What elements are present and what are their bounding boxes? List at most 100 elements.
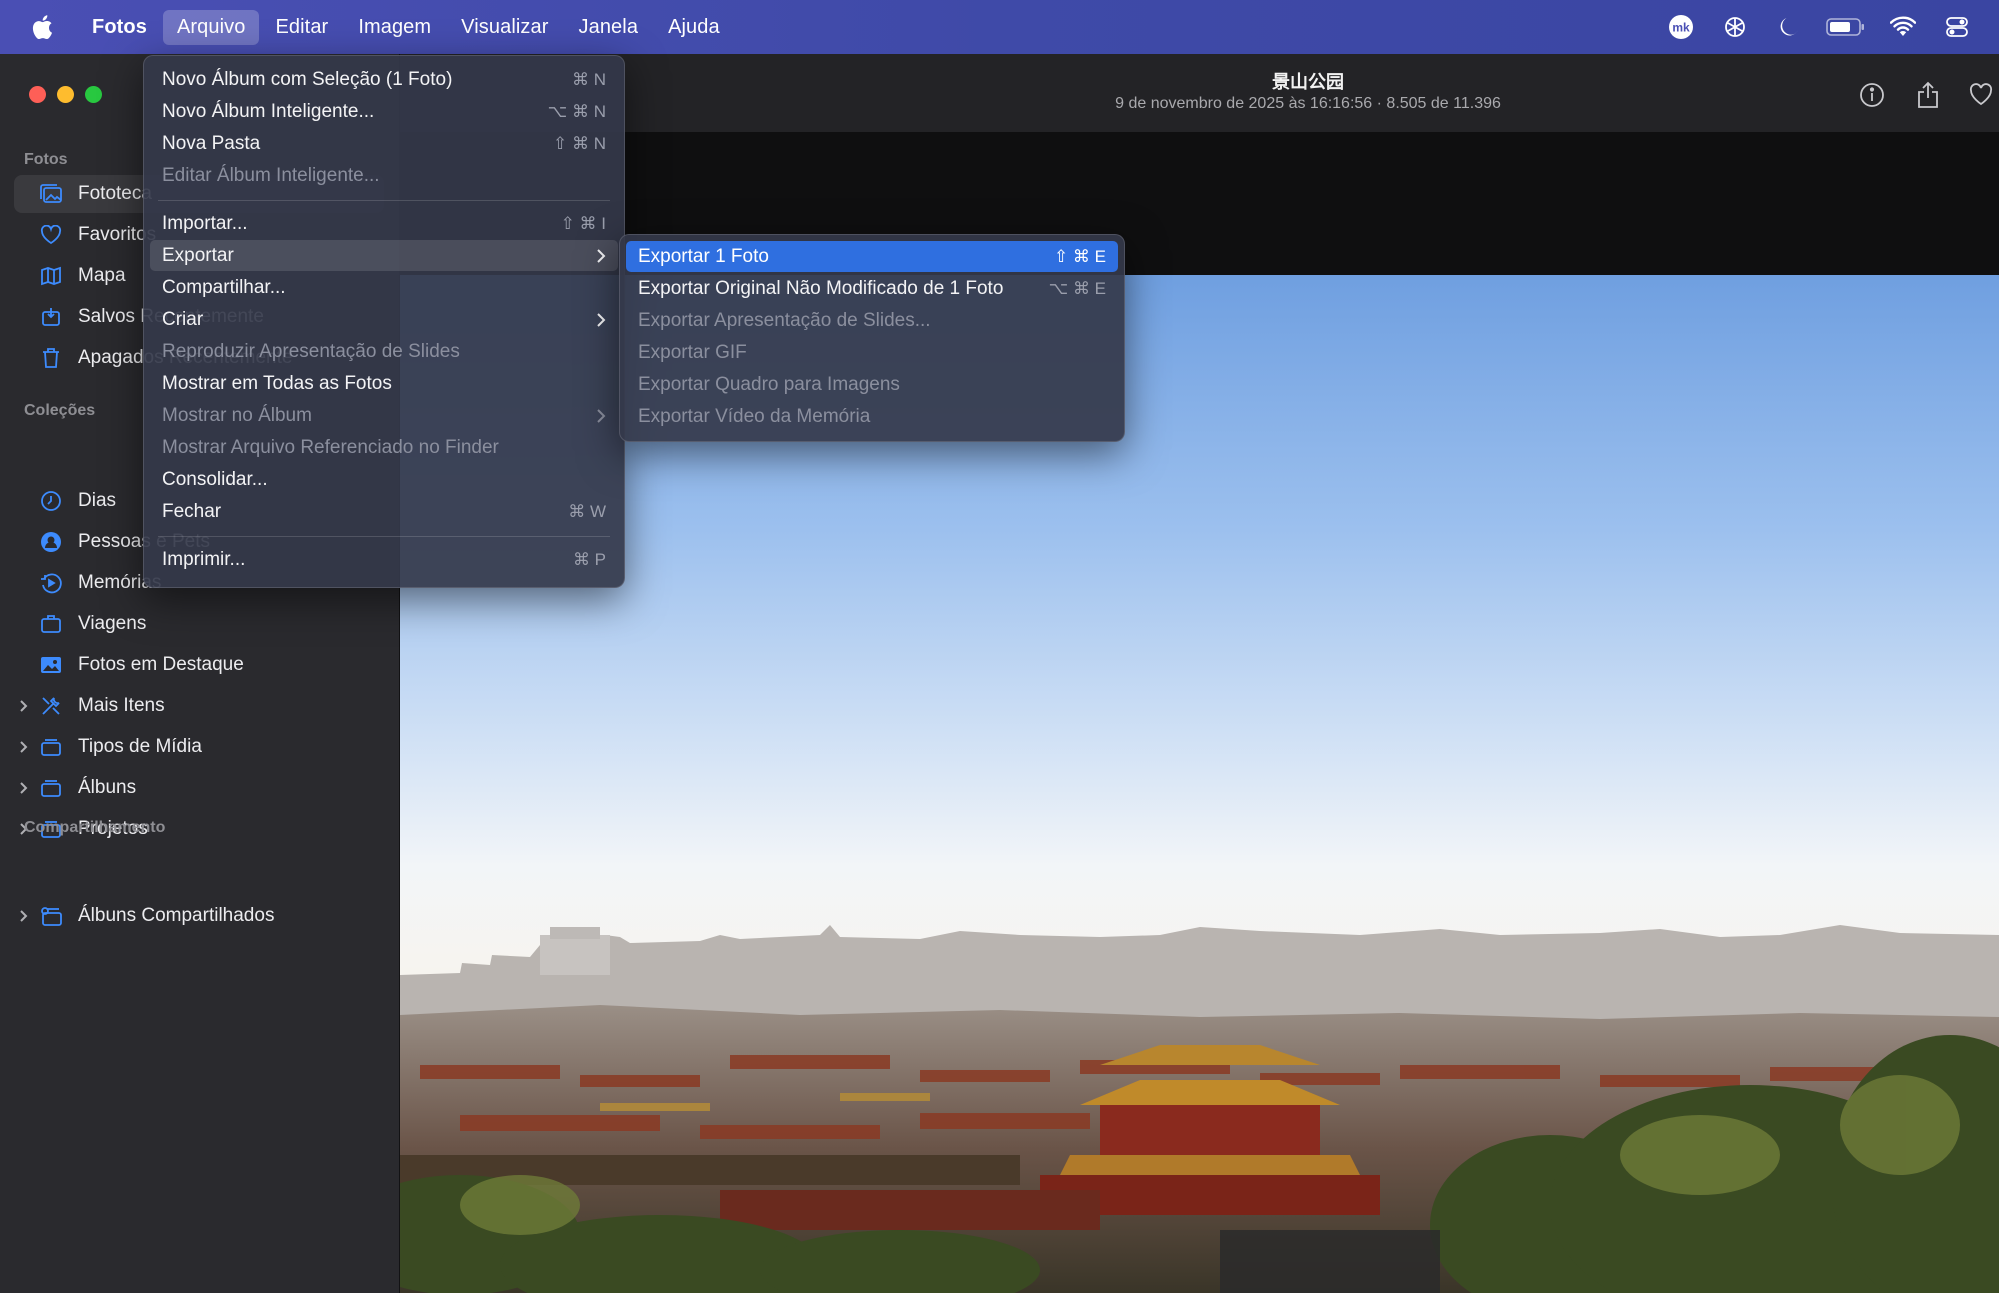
photo-subtitle: 9 de novembro de 2025 às 16:16:56 · 8.50…	[1115, 95, 1501, 112]
menu-item-importar[interactable]: Importar... ⇧ ⌘ I	[150, 208, 618, 239]
sidebar-item-tipos-midia[interactable]: Tipos de Mídia	[14, 728, 384, 766]
menu-item-nova-pasta[interactable]: Nova Pasta ⇧ ⌘ N	[150, 128, 618, 159]
menu-item-label: Criar	[162, 308, 204, 330]
menu-item-exportar-1-foto[interactable]: Exportar 1 Foto ⇧ ⌘ E	[626, 241, 1118, 272]
sidebar-item-albuns[interactable]: Álbuns	[14, 769, 384, 807]
menu-item-exportar-quadro: Exportar Quadro para Imagens	[626, 369, 1118, 400]
info-icon[interactable]	[1855, 78, 1889, 112]
chevron-right-icon[interactable]	[14, 909, 34, 923]
favorite-heart-icon[interactable]	[1964, 78, 1998, 112]
menu-item-exportar-slides: Exportar Apresentação de Slides...	[626, 305, 1118, 336]
chevron-right-icon[interactable]	[14, 740, 34, 754]
photo-library-icon	[36, 181, 66, 207]
zoom-window-button[interactable]	[85, 86, 102, 103]
chevron-right-icon[interactable]	[14, 781, 34, 795]
menu-janela[interactable]: Janela	[565, 10, 653, 45]
menu-item-shortcut: ⌥ ⌘ N	[547, 101, 606, 121]
menu-item-label: Exportar Quadro para Imagens	[638, 373, 900, 395]
menu-arquivo[interactable]: Arquivo	[162, 9, 260, 45]
menu-item-label: Consolidar...	[162, 468, 268, 490]
sidebar-item-label: Álbuns Compartilhados	[78, 905, 275, 926]
menu-item-mostrar-arquivo-finder: Mostrar Arquivo Referenciado no Finder	[150, 432, 618, 463]
share-icon[interactable]	[1911, 78, 1945, 112]
close-window-button[interactable]	[29, 86, 46, 103]
chatgpt-icon[interactable]	[1717, 12, 1753, 42]
menu-item-label: Exportar GIF	[638, 341, 747, 363]
menu-item-label: Compartilhar...	[162, 276, 286, 298]
menu-item-label: Nova Pasta	[162, 132, 261, 154]
menu-item-shortcut: ⌥ ⌘ E	[1048, 278, 1106, 298]
person-icon	[36, 529, 66, 555]
featured-icon	[36, 652, 66, 678]
menu-item-label: Novo Álbum Inteligente...	[162, 100, 375, 122]
menu-item-exportar[interactable]: Exportar	[150, 240, 618, 271]
menu-item-exportar-original[interactable]: Exportar Original Não Modificado de 1 Fo…	[626, 273, 1118, 304]
menu-item-label: Exportar Apresentação de Slides...	[638, 309, 931, 331]
folder-icon	[36, 734, 66, 760]
sidebar-item-label: Fototeca	[78, 183, 152, 204]
menu-separator	[158, 536, 610, 537]
export-submenu: Exportar 1 Foto ⇧ ⌘ E Exportar Original …	[619, 234, 1125, 442]
menu-item-mostrar-no-album: Mostrar no Álbum	[150, 400, 618, 431]
menu-item-criar[interactable]: Criar	[150, 304, 618, 335]
chevron-right-icon	[596, 312, 606, 328]
chevron-right-icon	[596, 248, 606, 264]
trash-icon	[36, 345, 66, 371]
mk-icon[interactable]: mk	[1663, 12, 1699, 42]
moon-icon[interactable]	[1771, 12, 1807, 42]
menu-app-name[interactable]: Fotos	[78, 10, 161, 45]
menu-item-exportar-gif: Exportar GIF	[626, 337, 1118, 368]
menu-imagem[interactable]: Imagem	[344, 10, 445, 45]
folder-icon	[36, 775, 66, 801]
sidebar-item-label: Mais Itens	[78, 695, 165, 716]
sidebar-item-label: Dias	[78, 490, 117, 511]
menu-ajuda[interactable]: Ajuda	[654, 10, 734, 45]
apple-icon[interactable]	[26, 14, 58, 40]
shared-albums-icon	[36, 903, 66, 929]
window-controls	[29, 86, 102, 103]
menu-item-shortcut: ⌘ N	[572, 69, 606, 89]
menu-item-mostrar-todas-fotos[interactable]: Mostrar em Todas as Fotos	[150, 368, 618, 399]
menu-item-label: Imprimir...	[162, 548, 246, 570]
clock-icon	[36, 488, 66, 514]
menu-item-label: Importar...	[162, 212, 248, 234]
menu-item-novo-album-inteligente[interactable]: Novo Álbum Inteligente... ⌥ ⌘ N	[150, 96, 618, 127]
menu-item-compartilhar[interactable]: Compartilhar...	[150, 272, 618, 303]
menu-item-label: Exportar 1 Foto	[638, 245, 769, 267]
menu-visualizar[interactable]: Visualizar	[447, 10, 562, 45]
menu-item-label: Exportar Vídeo da Memória	[638, 405, 871, 427]
sidebar-item-viagens[interactable]: Viagens	[14, 605, 384, 643]
control-center-icon[interactable]	[1939, 12, 1975, 42]
map-icon	[36, 263, 66, 289]
sidebar-item-destaque[interactable]: Fotos em Destaque	[14, 646, 384, 684]
menu-item-label: Novo Álbum com Seleção (1 Foto)	[162, 68, 453, 90]
wifi-icon[interactable]	[1885, 12, 1921, 42]
chevron-right-icon[interactable]	[14, 699, 34, 713]
minimize-window-button[interactable]	[57, 86, 74, 103]
sidebar-item-label: Mapa	[78, 265, 126, 286]
menu-item-label: Editar Álbum Inteligente...	[162, 164, 380, 186]
heart-icon	[36, 222, 66, 248]
battery-icon[interactable]	[1825, 12, 1867, 42]
menu-item-consolidar[interactable]: Consolidar...	[150, 464, 618, 495]
menu-item-shortcut: ⇧ ⌘ N	[553, 133, 606, 153]
menu-item-novo-album-selecao[interactable]: Novo Álbum com Seleção (1 Foto) ⌘ N	[150, 64, 618, 95]
sidebar-item-label: Álbuns	[78, 777, 137, 798]
suitcase-icon	[36, 611, 66, 637]
menu-bar: Fotos Arquivo Editar Imagem Visualizar J…	[0, 0, 1999, 54]
sidebar-item-mais-itens[interactable]: Mais Itens	[14, 687, 384, 725]
menu-editar[interactable]: Editar	[261, 10, 342, 45]
menu-item-fechar[interactable]: Fechar ⌘ W	[150, 496, 618, 527]
svg-text:mk: mk	[1672, 21, 1690, 35]
tools-icon	[36, 693, 66, 719]
sidebar-item-albuns-compartilhados[interactable]: Álbuns Compartilhados	[14, 897, 384, 935]
menu-item-editar-album-inteligente: Editar Álbum Inteligente...	[150, 160, 618, 191]
sidebar-item-label: Fotos em Destaque	[78, 654, 244, 675]
menu-item-imprimir[interactable]: Imprimir... ⌘ P	[150, 544, 618, 575]
photo-title: 景山公园	[1272, 72, 1344, 92]
menu-item-shortcut: ⌘ P	[572, 549, 606, 569]
menu-item-label: Fechar	[162, 500, 222, 522]
menu-item-label: Mostrar no Álbum	[162, 404, 312, 426]
section-header-fotos: Fotos	[24, 151, 68, 168]
menu-item-shortcut: ⇧ ⌘ E	[1053, 246, 1106, 266]
